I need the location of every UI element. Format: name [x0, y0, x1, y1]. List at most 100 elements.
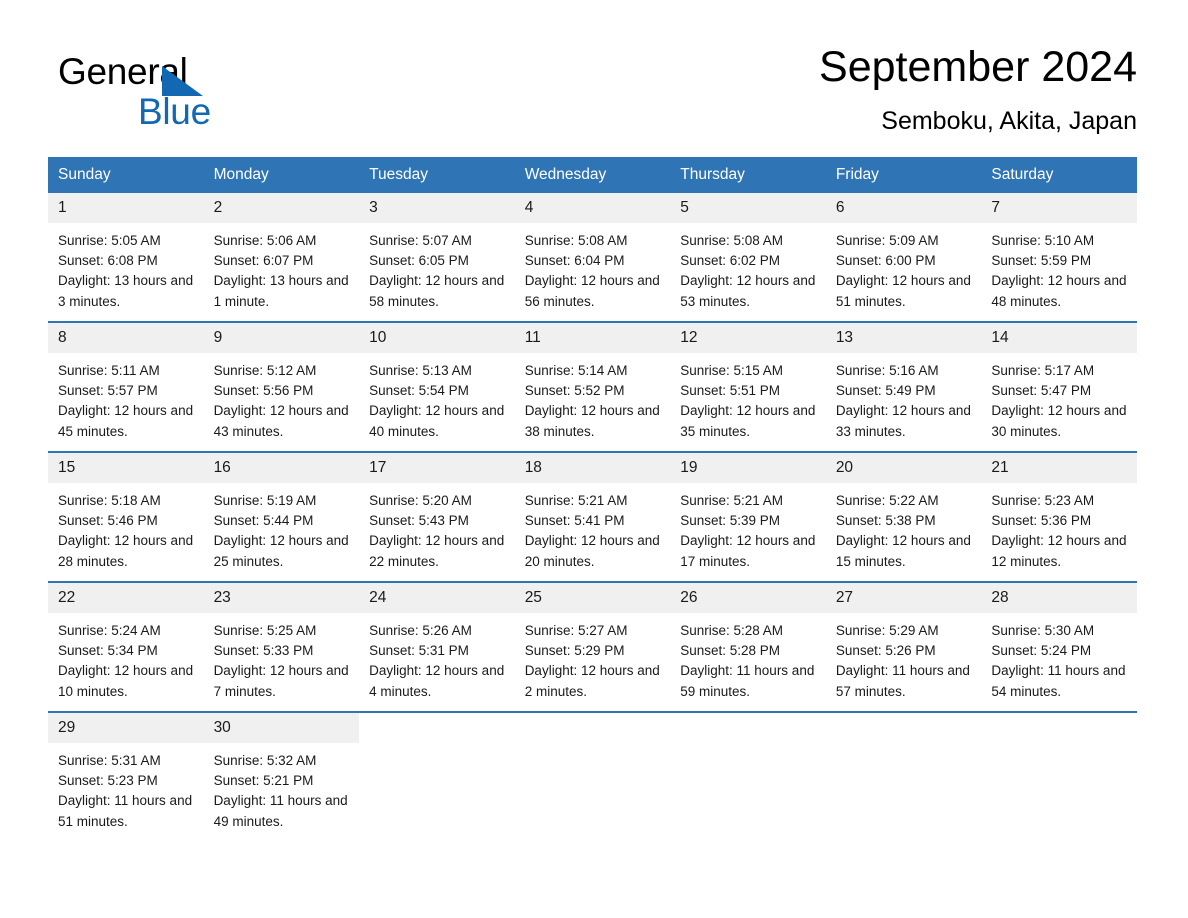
day-cell[interactable]: 2 Sunrise: 5:06 AM Sunset: 6:07 PM Daylight… — [203, 193, 360, 322]
sunset-text: Sunset: 5:33 PM — [213, 643, 314, 659]
day-number-blank — [359, 713, 515, 725]
day-cell[interactable]: 10 Sunrise: 5:13 AM Sunset: 5:54 PM Dayligh… — [359, 321, 515, 452]
day-cell[interactable]: 27 Sunrise: 5:29 AM Sunset: 5:26 PM Dayligh… — [825, 581, 982, 712]
day-number: 9 — [203, 323, 360, 353]
page-title: September 2024 — [819, 43, 1137, 91]
daylight-text: Daylight: 12 hours and 43 minutes. — [213, 403, 349, 439]
daylight-text: Daylight: 12 hours and 35 minutes. — [680, 403, 816, 439]
day-number: 20 — [825, 453, 982, 483]
sunset-text: Sunset: 5:26 PM — [835, 643, 936, 659]
sunrise-text: Sunrise: 5:12 AM — [213, 363, 317, 378]
generalblue-logo[interactable]: General Blue — [58, 50, 318, 140]
sunrise-text: Sunrise: 5:18 AM — [58, 493, 161, 508]
day-cell-empty — [670, 711, 826, 841]
day-number-blank — [515, 713, 671, 725]
calendar-header-row: Sunday Monday Tuesday Wednesday Thursday… — [48, 157, 1137, 193]
day-cell[interactable]: 15 Sunrise: 5:18 AM Sunset: 5:46 PM Dayligh… — [48, 451, 204, 582]
day-cell-empty — [514, 711, 671, 841]
day-details: Sunrise: 5:08 AM Sunset: 6:04 PM Daylight:… — [515, 223, 671, 312]
day-cell[interactable]: 29 Sunrise: 5:31 AM Sunset: 5:23 PM Dayligh… — [48, 711, 204, 841]
sunrise-text: Sunrise: 5:16 AM — [835, 363, 939, 378]
day-cell[interactable]: 7 Sunrise: 5:10 AM Sunset: 5:59 PM Daylight… — [981, 193, 1137, 322]
sunset-text: Sunset: 5:47 PM — [991, 383, 1092, 399]
sunset-text: Sunset: 5:54 PM — [369, 383, 469, 399]
sunset-text: Sunset: 6:02 PM — [680, 253, 781, 269]
day-cell[interactable]: 20 Sunrise: 5:22 AM Sunset: 5:38 PM Dayligh… — [825, 451, 982, 582]
sunrise-text: Sunrise: 5:17 AM — [991, 363, 1095, 378]
day-cell[interactable]: 16 Sunrise: 5:19 AM Sunset: 5:44 PM Dayligh… — [203, 451, 360, 582]
day-details: Sunrise: 5:09 AM Sunset: 6:00 PM Daylight:… — [826, 223, 982, 312]
day-cell[interactable]: 13 Sunrise: 5:16 AM Sunset: 5:49 PM Dayligh… — [825, 321, 982, 452]
day-cell[interactable]: 22 Sunrise: 5:24 AM Sunset: 5:34 PM Dayligh… — [48, 581, 204, 712]
day-cell[interactable]: 4 Sunrise: 5:08 AM Sunset: 6:04 PM Daylight… — [514, 193, 671, 322]
calendar-week-row: 1 Sunrise: 5:05 AM Sunset: 6:08 PM Daylight… — [48, 193, 1137, 322]
day-number: 21 — [981, 453, 1137, 483]
sunset-text: Sunset: 5:52 PM — [524, 383, 625, 399]
day-details: Sunrise: 5:06 AM Sunset: 6:07 PM Daylight:… — [204, 223, 360, 312]
daylight-text: Daylight: 12 hours and 58 minutes. — [369, 273, 505, 309]
day-number: 11 — [514, 323, 671, 353]
daylight-text: Daylight: 12 hours and 4 minutes. — [369, 663, 505, 699]
sunrise-text: Sunrise: 5:30 AM — [991, 623, 1095, 638]
day-number: 27 — [825, 583, 982, 613]
weekday-header-sunday: Sunday — [48, 157, 204, 193]
day-number: 12 — [670, 323, 826, 353]
day-cell[interactable]: 30 Sunrise: 5:32 AM Sunset: 5:21 PM Dayligh… — [203, 711, 360, 841]
day-details: Sunrise: 5:14 AM Sunset: 5:52 PM Daylight:… — [515, 353, 671, 442]
day-cell[interactable]: 26 Sunrise: 5:28 AM Sunset: 5:28 PM Dayligh… — [670, 581, 826, 712]
day-cell[interactable]: 28 Sunrise: 5:30 AM Sunset: 5:24 PM Dayligh… — [981, 581, 1137, 712]
day-cell[interactable]: 21 Sunrise: 5:23 AM Sunset: 5:36 PM Dayligh… — [981, 451, 1137, 582]
sunset-text: Sunset: 5:29 PM — [524, 643, 625, 659]
daylight-text: Daylight: 12 hours and 38 minutes. — [524, 403, 660, 439]
daylight-text: Daylight: 12 hours and 56 minutes. — [524, 273, 660, 309]
daylight-text: Daylight: 11 hours and 54 minutes. — [991, 663, 1126, 699]
day-number: 26 — [670, 583, 826, 613]
day-number: 24 — [359, 583, 515, 613]
day-cell[interactable]: 17 Sunrise: 5:20 AM Sunset: 5:43 PM Dayligh… — [359, 451, 515, 582]
sunset-text: Sunset: 5:39 PM — [680, 513, 781, 529]
daylight-text: Daylight: 12 hours and 25 minutes. — [213, 533, 349, 569]
day-cell[interactable]: 5 Sunrise: 5:08 AM Sunset: 6:02 PM Daylight… — [670, 193, 826, 322]
sunrise-text: Sunrise: 5:28 AM — [680, 623, 784, 638]
day-details: Sunrise: 5:18 AM Sunset: 5:46 PM Daylight:… — [48, 483, 204, 572]
day-details: Sunrise: 5:22 AM Sunset: 5:38 PM Daylight:… — [826, 483, 982, 572]
day-details: Sunrise: 5:19 AM Sunset: 5:44 PM Daylight:… — [204, 483, 360, 572]
calendar-week-row: 15 Sunrise: 5:18 AM Sunset: 5:46 PM Dayligh… — [48, 451, 1137, 582]
sunrise-text: Sunrise: 5:13 AM — [369, 363, 472, 378]
day-cell[interactable]: 11 Sunrise: 5:14 AM Sunset: 5:52 PM Dayligh… — [514, 321, 671, 452]
sunrise-text: Sunrise: 5:07 AM — [369, 233, 472, 248]
sunrise-text: Sunrise: 5:05 AM — [58, 233, 161, 248]
day-cell[interactable]: 12 Sunrise: 5:15 AM Sunset: 5:51 PM Dayligh… — [670, 321, 826, 452]
day-details: Sunrise: 5:12 AM Sunset: 5:56 PM Daylight:… — [204, 353, 360, 442]
day-details: Sunrise: 5:07 AM Sunset: 6:05 PM Daylight:… — [359, 223, 515, 312]
sunset-text: Sunset: 5:38 PM — [835, 513, 936, 529]
day-details: Sunrise: 5:13 AM Sunset: 5:54 PM Daylight:… — [359, 353, 515, 442]
day-cell[interactable]: 6 Sunrise: 5:09 AM Sunset: 6:00 PM Daylight… — [825, 193, 982, 322]
day-cell[interactable]: 25 Sunrise: 5:27 AM Sunset: 5:29 PM Dayligh… — [514, 581, 671, 712]
daylight-text: Daylight: 12 hours and 2 minutes. — [524, 663, 660, 699]
day-cell[interactable]: 8 Sunrise: 5:11 AM Sunset: 5:57 PM Daylight… — [48, 321, 204, 452]
day-cell[interactable]: 9 Sunrise: 5:12 AM Sunset: 5:56 PM Daylight… — [203, 321, 360, 452]
sunrise-text: Sunrise: 5:31 AM — [58, 753, 161, 768]
day-cell[interactable]: 14 Sunrise: 5:17 AM Sunset: 5:47 PM Dayligh… — [981, 321, 1137, 452]
daylight-text: Daylight: 12 hours and 7 minutes. — [213, 663, 349, 699]
day-cell[interactable]: 18 Sunrise: 5:21 AM Sunset: 5:41 PM Dayligh… — [514, 451, 671, 582]
sunset-text: Sunset: 5:23 PM — [58, 773, 158, 789]
daylight-text: Daylight: 12 hours and 30 minutes. — [991, 403, 1127, 439]
day-details: Sunrise: 5:21 AM Sunset: 5:41 PM Daylight:… — [515, 483, 671, 572]
day-number: 5 — [670, 193, 826, 223]
day-cell[interactable]: 1 Sunrise: 5:05 AM Sunset: 6:08 PM Daylight… — [48, 193, 204, 322]
sunset-text: Sunset: 6:05 PM — [369, 253, 469, 269]
daylight-text: Daylight: 12 hours and 28 minutes. — [58, 533, 194, 569]
day-number: 6 — [825, 193, 982, 223]
day-number: 29 — [48, 713, 204, 743]
day-cell[interactable]: 23 Sunrise: 5:25 AM Sunset: 5:33 PM Dayligh… — [203, 581, 360, 712]
sunrise-text: Sunrise: 5:23 AM — [991, 493, 1095, 508]
daylight-text: Daylight: 11 hours and 49 minutes. — [213, 793, 348, 829]
sunset-text: Sunset: 6:00 PM — [835, 253, 936, 269]
day-cell[interactable]: 19 Sunrise: 5:21 AM Sunset: 5:39 PM Dayligh… — [670, 451, 826, 582]
day-details: Sunrise: 5:11 AM Sunset: 5:57 PM Daylight:… — [48, 353, 204, 442]
day-cell[interactable]: 3 Sunrise: 5:07 AM Sunset: 6:05 PM Daylight… — [359, 193, 515, 322]
day-cell[interactable]: 24 Sunrise: 5:26 AM Sunset: 5:31 PM Dayligh… — [359, 581, 515, 712]
day-details: Sunrise: 5:23 AM Sunset: 5:36 PM Daylight:… — [981, 483, 1137, 572]
